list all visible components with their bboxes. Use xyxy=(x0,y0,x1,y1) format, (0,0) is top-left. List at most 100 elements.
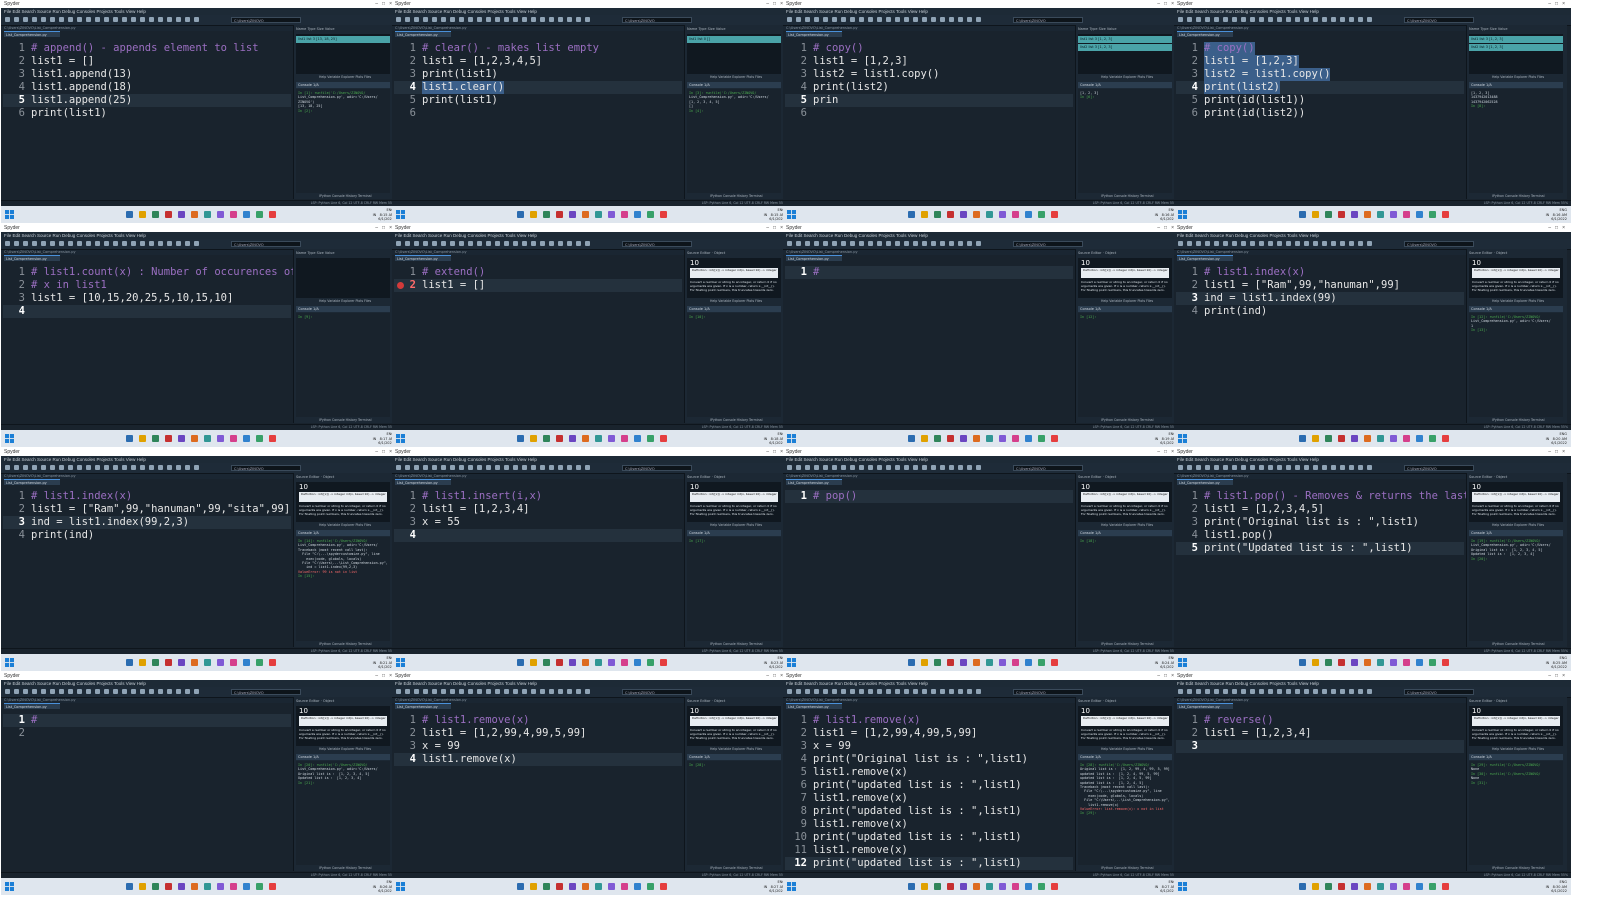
console-tabs[interactable]: IPython Console History Terminal xyxy=(1101,866,1154,871)
toolbar-button-icon[interactable] xyxy=(913,241,918,246)
toolbar-button-icon[interactable] xyxy=(477,241,482,246)
toolbar-button-icon[interactable] xyxy=(1358,17,1363,22)
clock[interactable]: 8:20 AM 6/1/2022 xyxy=(1551,437,1567,446)
taskbar-app-icon[interactable] xyxy=(1025,435,1032,442)
toolbar-button-icon[interactable] xyxy=(1322,241,1327,246)
toolbar-button-icon[interactable] xyxy=(414,241,419,246)
taskbar-app-icon[interactable] xyxy=(1312,883,1319,890)
console-tabs[interactable]: IPython Console History Terminal xyxy=(1492,866,1545,871)
taskbar-app-icon[interactable] xyxy=(595,883,602,890)
toolbar-button-icon[interactable] xyxy=(976,465,981,470)
toolbar-button-icon[interactable] xyxy=(185,689,190,694)
taskbar-app-icon[interactable] xyxy=(152,883,159,890)
console-tabs[interactable]: IPython Console History Terminal xyxy=(1492,642,1545,647)
code-editor[interactable]: 1 # clear() - makes list empty 2 list1 = [1… xyxy=(394,38,682,199)
taskbar-app-icon[interactable] xyxy=(621,659,628,666)
taskbar-app-icon[interactable] xyxy=(595,435,602,442)
toolbar-button-icon[interactable] xyxy=(504,17,509,22)
taskbar-app-icon[interactable] xyxy=(517,883,524,890)
pane-tabs[interactable]: Help Variable Explorer Plots Files xyxy=(710,299,762,304)
windows-start-icon[interactable] xyxy=(396,882,405,891)
taskbar-app-icon[interactable] xyxy=(1351,435,1358,442)
toolbar-button-icon[interactable] xyxy=(1223,17,1228,22)
taskbar-app-icon[interactable] xyxy=(1416,211,1423,218)
toolbar-button-icon[interactable] xyxy=(796,689,801,694)
taskbar-app-icon[interactable] xyxy=(217,435,224,442)
code-line[interactable]: 2 list1 = [1,2,3,4] xyxy=(1176,727,1464,740)
taskbar-app-icon[interactable] xyxy=(1429,211,1436,218)
toolbar-button-icon[interactable] xyxy=(832,689,837,694)
code-line[interactable]: 2 list1 = [1,2,3,4,5] xyxy=(1176,503,1464,516)
toolbar-button-icon[interactable] xyxy=(931,241,936,246)
toolbar-button-icon[interactable] xyxy=(194,465,199,470)
toolbar-button-icon[interactable] xyxy=(1277,17,1282,22)
toolbar-button-icon[interactable] xyxy=(86,17,91,22)
toolbar-button-icon[interactable] xyxy=(886,241,891,246)
toolbar-button-icon[interactable] xyxy=(1241,241,1246,246)
toolbar-button-icon[interactable] xyxy=(95,17,100,22)
toolbar-button-icon[interactable] xyxy=(86,689,91,694)
toolbar-button-icon[interactable] xyxy=(859,689,864,694)
taskbar-app-icon[interactable] xyxy=(634,659,641,666)
toolbar-button-icon[interactable] xyxy=(41,465,46,470)
taskbar-app-icon[interactable] xyxy=(986,435,993,442)
taskbar-app-icon[interactable] xyxy=(934,659,941,666)
toolbar-button-icon[interactable] xyxy=(1187,241,1192,246)
toolbar-button-icon[interactable] xyxy=(558,17,563,22)
console-tabs[interactable]: IPython Console History Terminal xyxy=(319,642,372,647)
taskbar-app-icon[interactable] xyxy=(1299,659,1306,666)
taskbar-app-icon[interactable] xyxy=(191,435,198,442)
code-text[interactable]: print("updated list is : ",list1) xyxy=(813,779,1022,792)
taskbar-app-icon[interactable] xyxy=(556,883,563,890)
taskbar-app-icon[interactable] xyxy=(1312,435,1319,442)
windows-start-icon[interactable] xyxy=(5,658,14,667)
toolbar-button-icon[interactable] xyxy=(1295,17,1300,22)
taskbar-app-icon[interactable] xyxy=(517,435,524,442)
toolbar-button-icon[interactable] xyxy=(814,17,819,22)
taskbar-app-icon[interactable] xyxy=(1364,659,1371,666)
code-line[interactable]: 1 # clear() - makes list empty xyxy=(394,42,682,55)
toolbar-button-icon[interactable] xyxy=(1205,241,1210,246)
toolbar-button-icon[interactable] xyxy=(540,465,545,470)
toolbar-button-icon[interactable] xyxy=(441,241,446,246)
taskbar-app-icon[interactable] xyxy=(230,883,237,890)
toolbar-button-icon[interactable] xyxy=(805,689,810,694)
code-text[interactable]: print(list2) xyxy=(1204,81,1280,94)
windows-start-icon[interactable] xyxy=(5,210,14,219)
pane-tabs[interactable]: Help Variable Explorer Plots Files xyxy=(710,523,762,528)
taskbar-app-icon[interactable] xyxy=(1403,211,1410,218)
taskbar-app-icon[interactable] xyxy=(1416,659,1423,666)
toolbar-button-icon[interactable] xyxy=(1232,465,1237,470)
toolbar-button-icon[interactable] xyxy=(549,465,554,470)
toolbar-button-icon[interactable] xyxy=(1259,241,1264,246)
taskbar-app-icon[interactable] xyxy=(204,211,211,218)
toolbar-button-icon[interactable] xyxy=(1277,689,1282,694)
pane-tabs[interactable]: Help Variable Explorer Plots Files xyxy=(319,299,371,304)
toolbar-button-icon[interactable] xyxy=(1232,241,1237,246)
taskbar-app-icon[interactable] xyxy=(934,435,941,442)
help-header[interactable]: Source Editor · Object xyxy=(1078,251,1116,256)
taskbar-app-icon[interactable] xyxy=(178,211,185,218)
taskbar-app-icon[interactable] xyxy=(1442,659,1449,666)
working-directory-field[interactable]: C:\Users\ZINOVO xyxy=(622,689,692,695)
taskbar-app-icon[interactable] xyxy=(1338,211,1345,218)
taskbar-app-icon[interactable] xyxy=(582,435,589,442)
toolbar-button-icon[interactable] xyxy=(585,689,590,694)
code-line[interactable]: 12 print("updated list is : ",list1) xyxy=(785,857,1073,870)
taskbar-app-icon[interactable] xyxy=(999,435,1006,442)
toolbar-button-icon[interactable] xyxy=(567,241,572,246)
toolbar-button-icon[interactable] xyxy=(5,241,10,246)
toolbar-button-icon[interactable] xyxy=(1205,465,1210,470)
toolbar-button-icon[interactable] xyxy=(796,241,801,246)
code-lines[interactable]: 1 # append() - appends element to list 2 li… xyxy=(3,42,291,120)
toolbar-button-icon[interactable] xyxy=(1178,241,1183,246)
toolbar-button-icon[interactable] xyxy=(495,241,500,246)
toolbar-button-icon[interactable] xyxy=(1331,689,1336,694)
code-text[interactable]: print(list1) xyxy=(422,68,498,81)
toolbar-button-icon[interactable] xyxy=(77,241,82,246)
taskbar-app-icon[interactable] xyxy=(1299,883,1306,890)
taskbar-app-icon[interactable] xyxy=(178,435,185,442)
pane-tabs[interactable]: Help Variable Explorer Plots Files xyxy=(1492,75,1544,80)
toolbar-button-icon[interactable] xyxy=(423,465,428,470)
toolbar-button-icon[interactable] xyxy=(1358,241,1363,246)
